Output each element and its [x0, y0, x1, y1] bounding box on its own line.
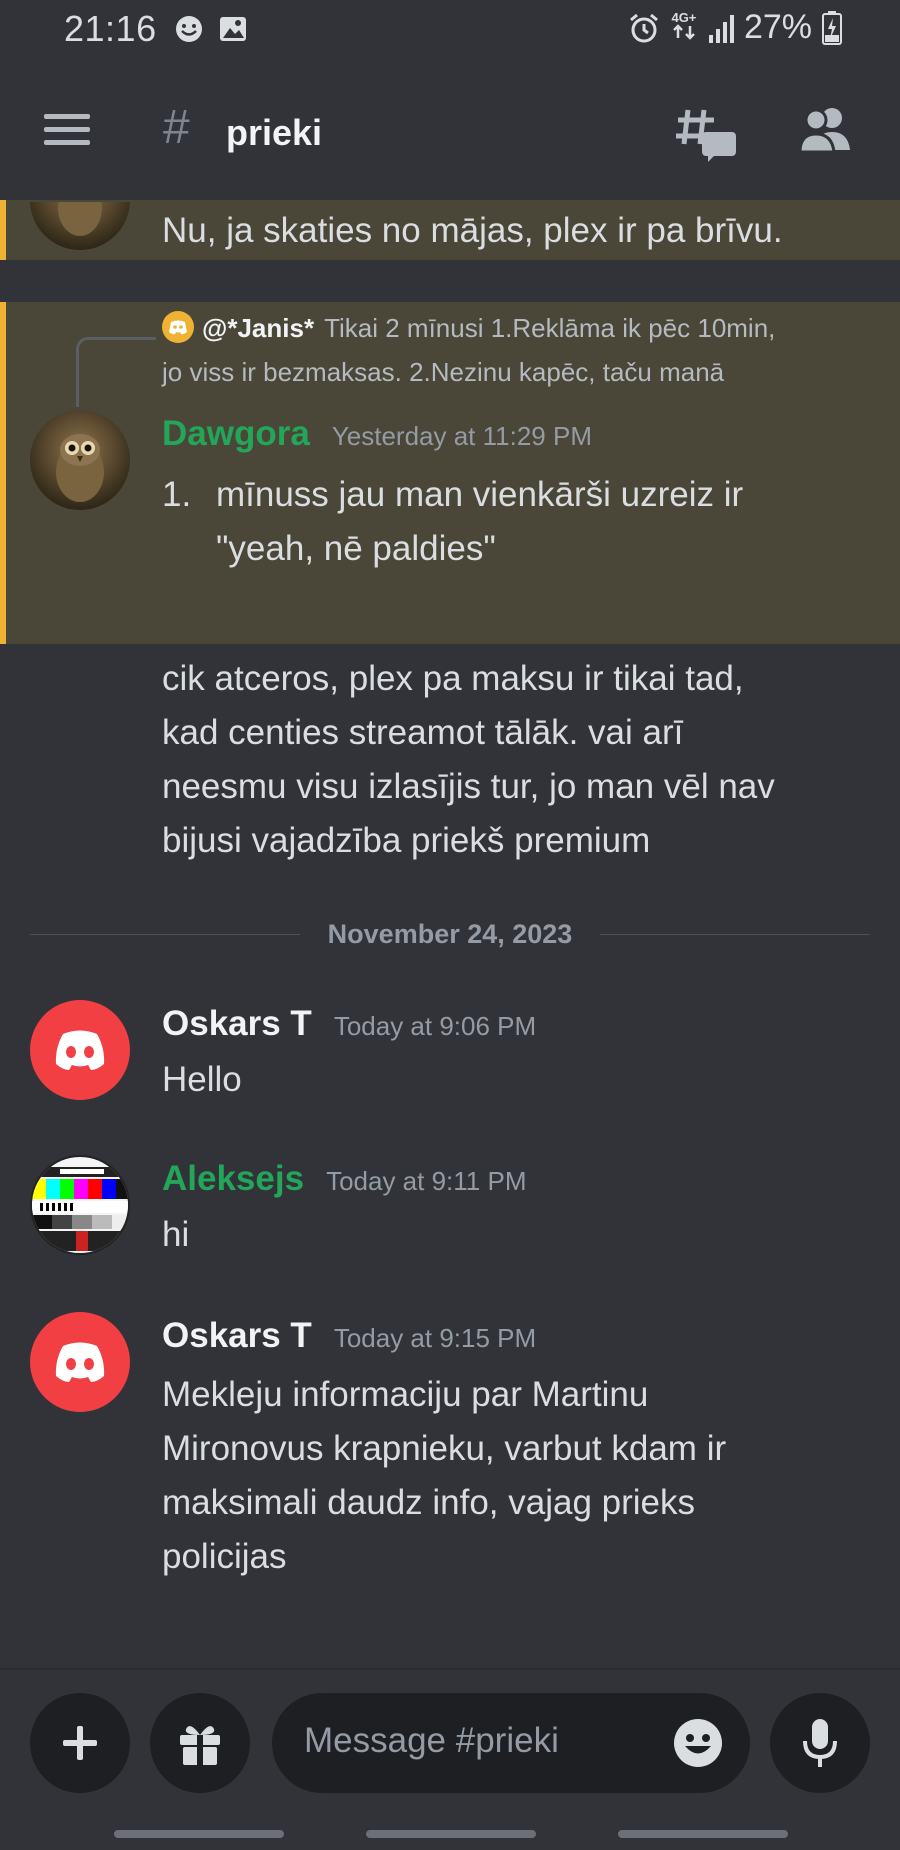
avatar-oskars[interactable] — [30, 1312, 130, 1412]
gift-icon — [180, 1726, 220, 1765]
message-text: Mekleju informaciju par Martinu Mironovu… — [162, 1368, 726, 1584]
gift-button[interactable] — [150, 1693, 250, 1793]
battery-percent: 27% — [743, 8, 812, 46]
members-icon[interactable] — [798, 106, 854, 154]
owl-icon — [56, 434, 104, 502]
reply-text-line1: Tikai 2 mīnusi 1.Reklāma ik pēc 10min, — [324, 313, 776, 343]
avatar-dawgora[interactable] — [30, 410, 130, 510]
network-indicator: 4G+ — [670, 11, 698, 45]
test-card-icon — [32, 1157, 128, 1253]
message-timestamp: Yesterday at 11:29 PM — [331, 421, 592, 451]
message-line: kad centies streamot tālāk. vai arī — [162, 713, 684, 752]
message-text: "yeah, nē paldies" — [216, 529, 496, 568]
message-line: policijas — [162, 1537, 287, 1576]
network-label: 4G+ — [671, 9, 697, 25]
author-dawgora[interactable]: Dawgora Yesterday at 11:29 PM — [162, 414, 592, 454]
author-oskars[interactable]: Oskars T Today at 9:15 PM — [162, 1316, 536, 1356]
discord-logo-icon — [55, 1030, 105, 1070]
message-text: hi — [162, 1215, 190, 1254]
message-timestamp: Today at 9:11 PM — [326, 1166, 527, 1196]
status-bar: 21:16 4G+ 27% — [0, 0, 900, 60]
nav-back-indicator[interactable] — [618, 1830, 788, 1838]
reply-text-line2: jo viss ir bezmaksas. 2.Nezinu kapēc, ta… — [162, 357, 725, 387]
message-line: Mekleju informaciju par Martinu — [162, 1375, 649, 1414]
signal-icon — [708, 14, 734, 43]
status-right: 4G+ 27% — [628, 8, 842, 47]
avatar-oskars[interactable] — [30, 1000, 130, 1100]
data-arrows-icon — [673, 23, 695, 40]
discord-logo-icon — [169, 320, 187, 335]
author-name[interactable]: Oskars T — [162, 1004, 312, 1043]
smiley-status-icon — [176, 16, 202, 42]
message-text: cik atceros, plex pa maksu ir tikai tad,… — [162, 652, 775, 868]
reply-avatar — [162, 311, 194, 344]
message-line: neesmu visu izlasījis tur, jo man vēl na… — [162, 767, 775, 806]
message-line: cik atceros, plex pa maksu ir tikai tad, — [162, 659, 744, 698]
reply-preview[interactable]: @*Janis* Tikai 2 mīnusi 1.Reklāma ik pēc … — [162, 306, 862, 394]
battery-icon — [822, 10, 842, 45]
date-divider: November 24, 2023 — [30, 917, 870, 951]
channel-header — [0, 60, 900, 200]
author-aleksejs[interactable]: Aleksejs Today at 9:11 PM — [162, 1159, 526, 1199]
microphone-icon — [803, 1719, 837, 1767]
avatar-aleksejs[interactable] — [30, 1155, 130, 1255]
message-input[interactable]: Message #prieki — [272, 1693, 750, 1793]
author-name[interactable]: Dawgora — [162, 414, 310, 453]
list-number: 1. — [162, 475, 192, 514]
message-line: Mironovus krapnieku, varbut kdam ir — [162, 1429, 727, 1468]
emoji-icon[interactable] — [672, 1717, 724, 1769]
list-item: 1. mīnuss jau man vienkārši uzreiz ir "ye… — [162, 468, 743, 576]
composer-divider — [0, 1668, 900, 1670]
status-time: 21:16 — [64, 8, 157, 49]
gallery-status-icon — [220, 17, 246, 41]
author-name[interactable]: Oskars T — [162, 1316, 312, 1355]
channel-hash-icon: # — [163, 101, 190, 154]
message-text: Nu, ja skaties no mājas, plex ir pa brīv… — [162, 211, 783, 250]
message-line: maksimali daudz info, vajag prieks — [162, 1483, 696, 1522]
message-input-placeholder: Message #prieki — [304, 1721, 559, 1760]
channel-title[interactable]: prieki — [226, 112, 322, 154]
nav-home-indicator[interactable] — [366, 1830, 536, 1838]
message-timestamp: Today at 9:06 PM — [333, 1011, 537, 1041]
nav-recents-indicator[interactable] — [114, 1830, 284, 1838]
threads-icon[interactable] — [676, 106, 738, 162]
author-oskars[interactable]: Oskars T Today at 9:06 PM — [162, 1004, 536, 1044]
message-text: mīnuss jau man vienkārši uzreiz ir — [216, 475, 744, 514]
discord-logo-icon — [55, 1342, 105, 1382]
reply-author: @*Janis* — [202, 313, 315, 343]
message-text: Hello — [162, 1060, 242, 1099]
status-notification-icons — [174, 14, 248, 44]
date-divider-label: November 24, 2023 — [327, 919, 573, 949]
author-name[interactable]: Aleksejs — [162, 1159, 304, 1198]
message-timestamp: Today at 9:15 PM — [333, 1323, 537, 1353]
plus-icon — [63, 1726, 97, 1760]
alarm-icon — [629, 13, 658, 42]
voice-message-button[interactable] — [770, 1693, 870, 1793]
add-attachment-button[interactable] — [30, 1693, 130, 1793]
message-line: bijusi vajadzība priekš premium — [162, 821, 651, 860]
reply-connector — [76, 337, 156, 407]
hamburger-menu-icon[interactable] — [44, 110, 92, 150]
